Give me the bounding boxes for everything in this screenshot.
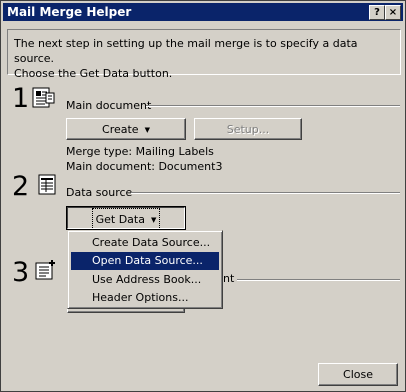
- instruction-text: The next step in setting up the mail mer…: [14, 36, 394, 81]
- create-button-label: Create: [102, 123, 139, 136]
- merge-icon: [35, 260, 55, 280]
- setup-button[interactable]: Setup...: [194, 118, 302, 140]
- menu-item-create-data-source[interactable]: Create Data Source...: [71, 234, 219, 252]
- dropdown-arrow-icon: ▼: [144, 125, 150, 134]
- step-1-number: 1: [12, 83, 30, 114]
- main-document-label: Main document: [66, 99, 152, 112]
- merge-type-text: Merge type: Mailing Labels: [66, 145, 214, 158]
- step-3-number: 3: [12, 257, 30, 288]
- data-source-icon: [38, 174, 56, 195]
- menu-item-header-options[interactable]: Header Options...: [71, 289, 219, 307]
- menu-item-use-address-book[interactable]: Use Address Book...: [71, 271, 219, 289]
- create-button[interactable]: Create ▼: [66, 118, 186, 140]
- instruction-box: The next step in setting up the mail mer…: [7, 29, 401, 80]
- data-source-label: Data source: [66, 186, 133, 199]
- merge-label-tail: nt: [223, 272, 235, 285]
- instruction-line-2: Choose the Get Data button.: [14, 67, 173, 80]
- section-divider: [237, 279, 400, 281]
- instruction-line-1: The next step in setting up the mail mer…: [14, 37, 358, 65]
- main-document-name-text: Main document: Document3: [66, 160, 223, 173]
- dropdown-arrow-icon: ▼: [150, 215, 157, 224]
- step-2-number: 2: [12, 171, 30, 202]
- window-title: Mail Merge Helper: [7, 5, 132, 19]
- menu-item-open-data-source[interactable]: Open Data Source...: [71, 252, 219, 270]
- get-data-dropdown-menu: Create Data Source... Open Data Source..…: [67, 230, 223, 309]
- section-divider: [131, 192, 400, 194]
- title-bar[interactable]: Mail Merge Helper ? ×: [3, 3, 403, 21]
- section-divider: [146, 105, 400, 107]
- get-data-button-label: Get Data: [95, 213, 145, 226]
- main-document-icon: [32, 87, 55, 108]
- mail-merge-helper-dialog: Mail Merge Helper ? × The next step in s…: [0, 0, 406, 392]
- close-button[interactable]: Close: [318, 363, 398, 386]
- close-window-button[interactable]: ×: [385, 5, 401, 20]
- help-button[interactable]: ?: [369, 5, 385, 20]
- get-data-button[interactable]: Get Data ▼: [66, 206, 186, 232]
